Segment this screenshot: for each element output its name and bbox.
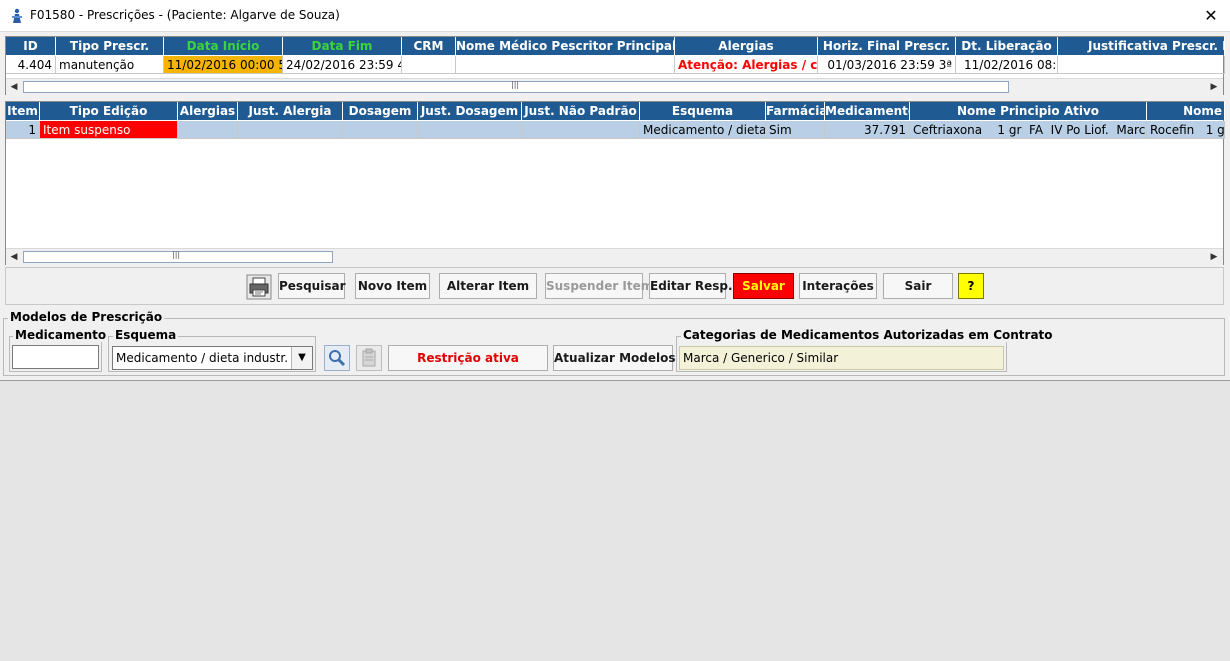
prescriptions-hscrollbar[interactable]: ◀ ||| ▶ [6,78,1223,96]
title-bar: F01580 - Prescrições - (Paciente: Algarv… [0,0,1230,32]
window-title: F01580 - Prescrições - (Paciente: Algarv… [30,8,340,22]
app-icon [9,8,25,24]
col-header-data-inicio[interactable]: Data Início [164,37,283,55]
esquema-label: Esquema [113,328,179,342]
scroll-left-icon[interactable]: ◀ [6,249,22,265]
col-header-just-nao-padrao[interactable]: Just. Não Padrão [522,102,640,120]
cell-just-alergia[interactable] [238,121,343,139]
col-header-alergias[interactable]: Alergias [675,37,818,55]
scroll-right-icon[interactable]: ▶ [1206,249,1222,265]
col-header-dt-liberacao[interactable]: Dt. Liberação [956,37,1058,55]
search-icon[interactable] [324,345,350,371]
prescriptions-grid: ID Tipo Prescr. Data Início Data Fim CRM… [5,36,1225,96]
modelos-prescricao-label: Modelos de Prescrição [8,310,165,324]
editar-resp-button[interactable]: Editar Resp. [649,273,733,299]
col-header-medicamento[interactable]: Medicamento [825,102,910,120]
cell-nome-medico[interactable] [456,56,675,74]
cell-alergias[interactable]: Atenção: Alergias / co... [675,56,818,74]
col-header-just-alergia[interactable]: Just. Alergia [238,102,343,120]
content-panel [0,380,1230,661]
categorias-label: Categorias de Medicamentos Autorizadas e… [681,328,1055,342]
restricao-ativa-button[interactable]: Restrição ativa [388,345,548,371]
cell-justificativa[interactable] [1058,56,1225,74]
salvar-button[interactable]: Salvar [733,273,794,299]
sair-button[interactable]: Sair [883,273,953,299]
cell-esquema[interactable]: Medicamento / dieta... [640,121,766,139]
col-header-tipo-prescr[interactable]: Tipo Prescr. [56,37,164,55]
col-header-dosagem[interactable]: Dosagem [343,102,418,120]
col-header-esquema[interactable]: Esquema [640,102,766,120]
cell-data-inicio[interactable]: 11/02/2016 00:00 5ª [164,56,283,74]
cell-crm[interactable] [402,56,456,74]
cell-horiz-final[interactable]: 01/03/2016 23:59 3ª [818,56,956,74]
col-header-id[interactable]: ID [6,37,56,55]
medicamento-input[interactable] [12,345,99,369]
cell-dt-liberacao[interactable]: 11/02/2016 08:... [956,56,1058,74]
col-header-nome[interactable]: Nome [1147,102,1225,120]
cell-just-dosagem[interactable] [418,121,522,139]
cell-nome[interactable]: Rocefin 1 gr [1147,121,1225,139]
items-grid: Item Tipo Edição Alergias Just. Alergia … [5,101,1225,266]
col-header-just-dosagem[interactable]: Just. Dosagem [418,102,522,120]
items-hscrollbar[interactable]: ◀ ||| ▶ [6,248,1223,266]
pesquisar-button[interactable]: Pesquisar [278,273,345,299]
novo-item-button[interactable]: Novo Item [355,273,430,299]
atualizar-modelos-button[interactable]: Atualizar Modelos [553,345,675,371]
categorias-field: Marca / Generico / Similar [679,346,1004,370]
close-icon[interactable]: ✕ [1196,2,1226,30]
medicamento-label: Medicamento [13,328,109,342]
col-header-tipo-edicao[interactable]: Tipo Edição [40,102,178,120]
grip-icon: ||| [511,80,520,89]
alterar-item-button[interactable]: Alterar Item [439,273,537,299]
cell-farmacia[interactable]: Sim [766,121,825,139]
toolbar: Pesquisar Novo Item Alterar Item Suspend… [5,267,1224,305]
cell-data-fim[interactable]: 24/02/2016 23:59 4ª [283,56,402,74]
help-button[interactable]: ? [958,273,984,299]
cell-tipo-edicao[interactable]: Item suspenso [40,121,178,139]
col-header-horiz-final[interactable]: Horiz. Final Prescr. [818,37,956,55]
clipboard-icon[interactable] [356,345,382,371]
col-header-crm[interactable]: CRM [402,37,456,55]
col-header-justificativa[interactable]: Justificativa Prescr. Em [1058,37,1225,55]
cell-just-nao-padrao[interactable] [522,121,640,139]
col-header-nome-medico[interactable]: Nome Médico Pescritor Principal [456,37,675,55]
cell-id[interactable]: 4.404 [6,56,56,74]
col-header-data-fim[interactable]: Data Fim [283,37,402,55]
suspender-item-button[interactable]: Suspender Item [545,273,653,299]
esquema-selected-value: Medicamento / dieta industr. [116,351,289,365]
cell-item[interactable]: 1 [6,121,40,139]
cell-medicamento[interactable]: 37.791 [825,121,910,139]
cell-tipo-prescr[interactable]: manutenção [56,56,164,74]
cell-principio-ativo[interactable]: Ceftriaxona 1 gr FA IV Po Liof. Marca [910,121,1147,139]
grip-icon: ||| [172,250,181,259]
cell-alergias[interactable] [178,121,238,139]
cell-dosagem[interactable] [343,121,418,139]
scroll-left-icon[interactable]: ◀ [6,79,22,95]
printer-icon[interactable] [246,274,272,300]
col-header-alergias[interactable]: Alergias [178,102,238,120]
interacoes-button[interactable]: Interações [799,273,877,299]
col-header-item[interactable]: Item [6,102,40,120]
col-header-farmacia[interactable]: Farmácia [766,102,825,120]
col-header-principio-ativo[interactable]: Nome Principio Ativo [910,102,1147,120]
chevron-down-icon[interactable]: ▼ [291,347,312,369]
scroll-right-icon[interactable]: ▶ [1206,79,1222,95]
esquema-select[interactable]: Medicamento / dieta industr. ▼ [112,346,313,370]
